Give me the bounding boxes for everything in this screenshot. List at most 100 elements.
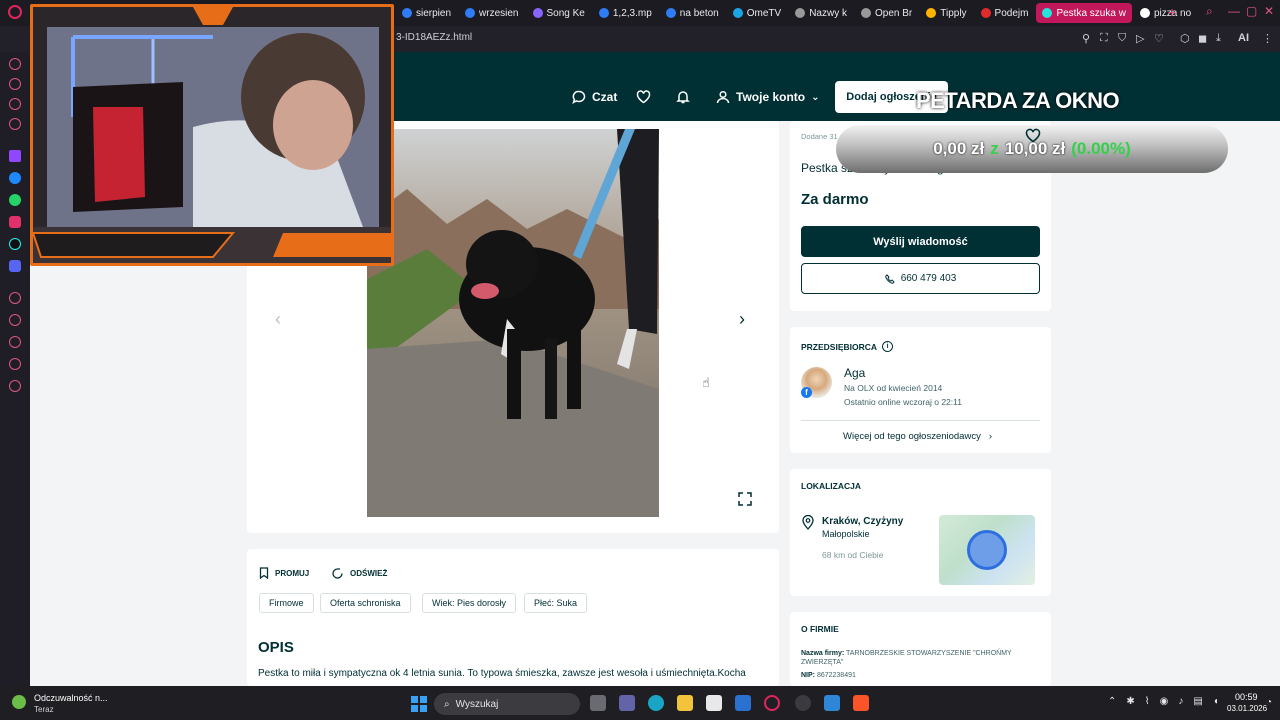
browser-tab[interactable]: pizza no [1134,3,1197,23]
dog-photo[interactable] [367,129,659,517]
refresh-button[interactable]: ODŚWIEŻ [331,567,387,580]
new-tab-button[interactable]: + [1168,4,1176,20]
phone-button[interactable]: 660 479 403 [801,263,1040,294]
crypto-wallet-icon[interactable] [9,118,21,130]
history-icon[interactable] [9,314,21,326]
browser-tab[interactable]: Open Br [855,3,918,23]
tab-label: na beton [679,7,719,19]
tag-wiek[interactable]: Wiek: Pies dorosły [422,593,517,613]
tab-favicon-icon [732,8,743,18]
notifications-link[interactable] [676,90,690,104]
tab-favicon-icon [980,8,991,18]
seller-name[interactable]: Aga [844,366,865,380]
file-explorer-icon[interactable] [677,695,693,711]
bell-icon [676,91,690,104]
location-map[interactable] [939,515,1035,585]
browser-tab[interactable]: Pestka szuka w [1036,3,1132,23]
clock-time[interactable]: 00:59 [1235,692,1258,702]
extensions-sidebar-icon[interactable] [9,358,21,370]
tiktok-icon[interactable] [9,238,21,250]
tab-label: 1,2,3.mp [612,7,652,19]
extensions-icon[interactable]: ⬡ [1180,32,1190,45]
browser-tab[interactable]: OmeTV [727,3,787,23]
browser-tab[interactable]: Song Ke [527,3,591,23]
seller-since: Na OLX od kwiecień 2014 [844,383,943,393]
browser-tab[interactable]: Nazwy k [789,3,853,23]
mail-icon[interactable] [735,695,751,711]
downloads-icon[interactable] [9,336,21,348]
promote-button[interactable]: PROMUJ [259,567,309,579]
weather-widget-icon[interactable] [12,695,26,709]
aria-icon[interactable] [9,78,21,90]
user-icon [716,90,730,104]
chat-bubble-icon [572,90,586,104]
description-text: Pestka to miła i sympatyczna ok 4 letnia… [258,668,746,679]
url-text[interactable]: 3-ID18AEZz.html [396,32,472,43]
windows-start-icon[interactable] [411,696,427,712]
edge-icon[interactable] [648,695,664,711]
ai-button[interactable]: AI [1238,32,1249,44]
gallery-prev-arrow[interactable]: ‹ [275,309,281,330]
settings-icon[interactable] [9,380,21,392]
messenger-icon[interactable] [9,172,21,184]
minimize-icon[interactable]: — [1228,4,1240,18]
chat-link[interactable]: Czat [572,90,617,104]
opera-gx-taskbar-icon[interactable] [764,695,780,711]
taskbar-search[interactable]: ⌕ Wyszukaj [434,693,580,715]
goal-current-amount: 0,00 zł [933,139,985,158]
shield-icon[interactable]: ⛉ [1118,32,1126,45]
download-icon[interactable]: ⤓ [1216,32,1221,45]
favorite-heart-icon[interactable] [1025,128,1041,143]
music-icon[interactable] [9,292,21,304]
tag-firmowe[interactable]: Firmowe [259,593,314,613]
info-icon[interactable]: i [882,341,894,352]
task-view-icon[interactable] [590,695,606,711]
opera-logo-icon[interactable] [8,5,22,19]
player-icon[interactable] [9,98,21,110]
whatsapp-icon[interactable] [9,194,21,206]
search-tabs-icon[interactable]: ⌕ [1206,4,1213,19]
tag-oferta-schroniska[interactable]: Oferta schroniska [320,593,411,613]
maximize-icon[interactable]: ▢ [1246,4,1257,18]
cursor-hand-icon: ☝ [702,375,710,390]
pin-icon[interactable]: ⚲ [1082,32,1090,45]
firm-heading: O FIRMIE [801,624,839,634]
phone-icon [884,273,895,284]
chevron-right-icon: › [988,431,993,442]
favorites-link[interactable] [636,90,651,104]
tab-label: Podejm [994,7,1029,19]
browser-tab[interactable]: Podejm [975,3,1035,23]
menu-icon[interactable]: ⋮ [1262,32,1273,45]
more-from-seller-link[interactable]: Więcej od tego ogłoszeniodawcy › [843,431,992,442]
home-icon[interactable] [9,58,21,70]
instagram-icon[interactable] [9,216,21,228]
refresh-icon [332,568,343,579]
send-message-button[interactable]: Wyślij wiadomość [801,226,1040,257]
browser-tab[interactable]: sierpien [396,3,457,23]
chat-label: Czat [592,90,618,104]
brave-icon[interactable] [853,695,869,711]
close-icon[interactable]: ✕ [1264,4,1274,18]
fullscreen-icon[interactable] [737,491,753,507]
browser-tab[interactable]: Tipply [920,3,972,23]
heart-icon[interactable]: ♡ [1154,32,1164,45]
store-icon[interactable] [706,695,722,711]
gallery-next-arrow[interactable]: › [739,309,745,330]
notification-title[interactable]: Odczuwalność n... [34,693,108,703]
tag-plec[interactable]: Płeć: Suka [524,593,588,613]
photos-icon[interactable] [824,695,840,711]
obs-icon[interactable] [795,695,811,711]
browser-tab[interactable]: wrzesien [459,3,524,23]
notification-bell-icon[interactable]: ◔ [1266,697,1272,708]
browser-tab[interactable]: na beton [660,3,725,23]
profile-icon[interactable]: ◼ [1198,32,1207,45]
snapshot-icon[interactable]: ⛶ [1100,32,1108,45]
play-icon[interactable]: ▷ [1136,32,1144,45]
browser-tab[interactable]: 1,2,3.mp [593,3,658,23]
twitch-icon[interactable] [9,150,21,162]
account-menu[interactable]: Twoje konto ⌄ [716,90,820,104]
discord-icon[interactable] [9,260,21,272]
seller-type-label: PRZEDSIĘBIORCA [801,341,878,352]
teams-icon[interactable] [619,695,635,711]
location-card: LOKALIZACJA Kraków, Czyżyny Małopolskie … [790,469,1051,596]
